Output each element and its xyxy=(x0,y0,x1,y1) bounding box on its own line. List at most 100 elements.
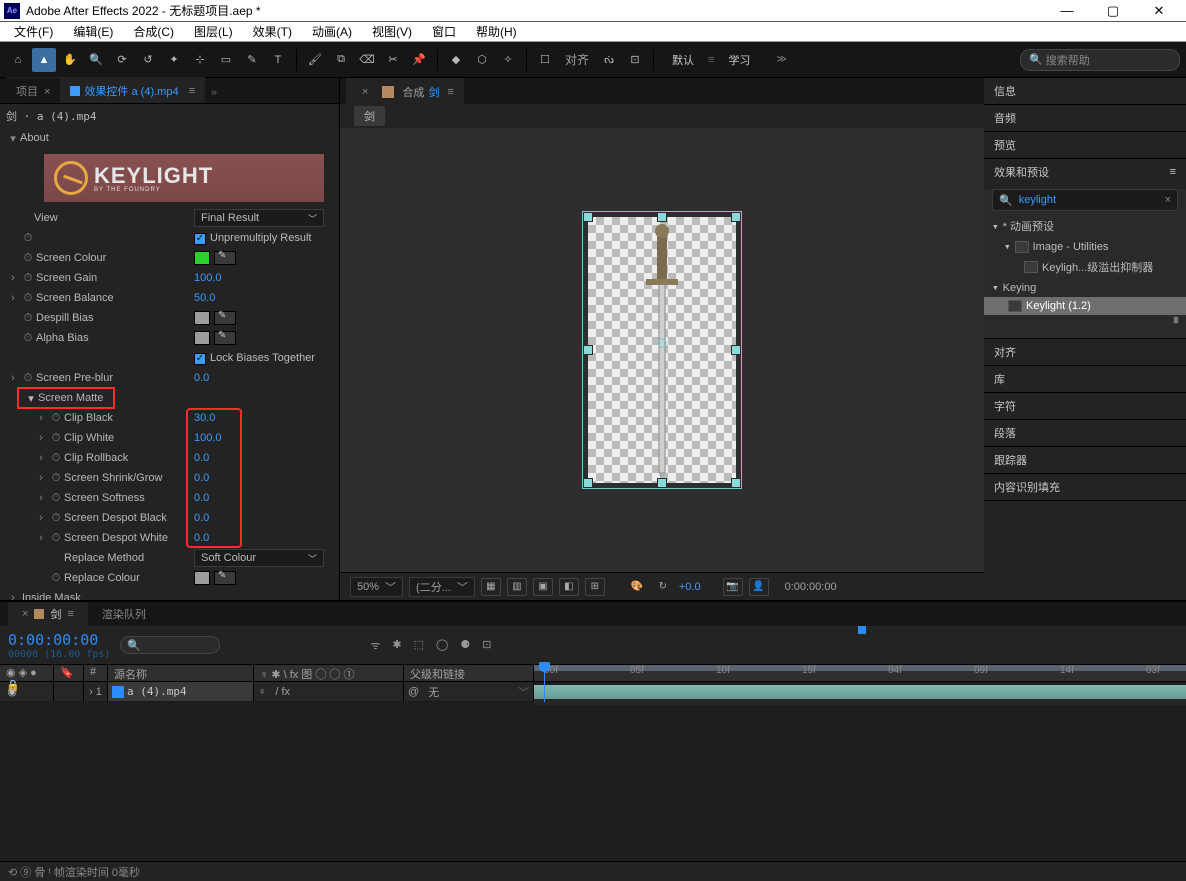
viewer-btn-2[interactable]: ▥ xyxy=(507,578,527,596)
search-help-input[interactable]: 🔍 搜索帮助 xyxy=(1020,49,1180,71)
brush-tool-icon[interactable]: 🖌 xyxy=(303,48,327,72)
eyedropper-icon[interactable] xyxy=(214,311,236,325)
hand-tool-icon[interactable]: ✋ xyxy=(58,48,82,72)
clip-rollback-value[interactable]: 0.0 xyxy=(194,452,209,464)
menu-effect[interactable]: 效果(T) xyxy=(243,21,302,42)
screen-matte-group[interactable]: Screen Matte xyxy=(38,392,103,404)
exposure-value[interactable]: +0.0 xyxy=(679,581,701,593)
panel-paragraph[interactable]: 段落 xyxy=(984,420,1186,446)
eyedropper-icon[interactable] xyxy=(214,251,236,265)
tl-icon-4[interactable]: ◯ xyxy=(436,638,448,653)
tab-effect-controls[interactable]: 效果控件 a (4).mp4≡ xyxy=(60,77,205,103)
workspace-more-icon[interactable]: ≫ xyxy=(764,54,798,65)
softness-value[interactable]: 0.0 xyxy=(194,492,209,504)
snap-toggle-icon[interactable]: ☐ xyxy=(533,48,557,72)
viewer-btn-1[interactable]: ▦ xyxy=(481,578,501,596)
rotate-tool-icon[interactable]: ↺ xyxy=(136,48,160,72)
screen-colour-swatch[interactable] xyxy=(194,251,210,265)
tl-icon-2[interactable]: ✱ xyxy=(392,638,401,653)
menu-layer[interactable]: 图层(L) xyxy=(184,21,243,42)
panel-preview[interactable]: 预览 xyxy=(984,132,1186,158)
parent-value[interactable]: 无 xyxy=(428,684,439,700)
timeline-search[interactable]: 🔍 xyxy=(120,636,220,654)
tl-icon-5[interactable]: ⚈ xyxy=(460,638,470,653)
window-minimize-button[interactable]: ― xyxy=(1044,0,1090,22)
shape-tool-icon[interactable]: ▭ xyxy=(214,48,238,72)
breadcrumb[interactable]: 剑 xyxy=(354,106,385,126)
text-tool-icon[interactable]: T xyxy=(266,48,290,72)
lock-icon[interactable]: × xyxy=(356,86,374,98)
panel-libraries[interactable]: 库 xyxy=(984,366,1186,392)
effects-search-input[interactable]: 🔍keylight× xyxy=(992,189,1178,211)
camera-tool-icon[interactable]: ✦ xyxy=(162,48,186,72)
despot-white-value[interactable]: 0.0 xyxy=(194,532,209,544)
shrink-grow-value[interactable]: 0.0 xyxy=(194,472,209,484)
panel-audio[interactable]: 音频 xyxy=(984,105,1186,131)
panel-character[interactable]: 字符 xyxy=(984,393,1186,419)
eyedropper-icon[interactable] xyxy=(214,331,236,345)
roto-tool-icon[interactable]: ✂ xyxy=(381,48,405,72)
clear-search-icon[interactable]: × xyxy=(1165,194,1171,206)
replace-colour-swatch[interactable] xyxy=(194,571,210,585)
lock-biases-checkbox[interactable]: ✓ xyxy=(194,353,206,365)
tab-composition-viewer[interactable]: × 合成 剑 ≡ xyxy=(346,78,464,104)
panel-align[interactable]: 对齐 xyxy=(984,339,1186,365)
time-ruler[interactable]: 00f 05f 10f 15f 04f 09f 14f 03f xyxy=(534,664,1186,682)
selection-tool-icon[interactable]: ▲ xyxy=(32,48,56,72)
zoom-tool-icon[interactable]: 🔍 xyxy=(84,48,108,72)
workspace-learn[interactable]: 学习 xyxy=(716,52,762,68)
home-icon[interactable]: ⌂ xyxy=(6,48,30,72)
current-time-indicator[interactable] xyxy=(544,664,545,702)
layer-bounds[interactable] xyxy=(588,217,736,483)
exposure-reset-icon[interactable]: ↻ xyxy=(653,578,673,596)
layer-row-1[interactable]: ◉ › 1 a (4).mp4 ♀ / fx @ 无﹀ xyxy=(0,682,534,702)
menu-composition[interactable]: 合成(C) xyxy=(123,21,184,42)
marker-icon[interactable] xyxy=(858,626,866,634)
pickwhip-icon[interactable]: @ xyxy=(408,686,419,698)
toolbar-icon-e[interactable]: ⊡ xyxy=(623,48,647,72)
eraser-tool-icon[interactable]: ⌫ xyxy=(355,48,379,72)
menu-view[interactable]: 视图(V) xyxy=(362,21,422,42)
composition-viewport[interactable] xyxy=(340,128,984,572)
tree-keylight-spill[interactable]: Keyligh...级溢出抑制器 xyxy=(984,256,1186,278)
panel-tracker[interactable]: 跟踪器 xyxy=(984,447,1186,473)
tl-icon-3[interactable]: ⬚ xyxy=(414,638,424,653)
menu-edit[interactable]: 编辑(E) xyxy=(63,21,123,42)
menu-help[interactable]: 帮助(H) xyxy=(466,21,527,42)
window-maximize-button[interactable]: ▢ xyxy=(1090,0,1136,22)
tab-project[interactable]: 项目× xyxy=(6,77,60,103)
snapshot-icon[interactable]: 📷 xyxy=(723,578,743,596)
toolbar-icon-c[interactable]: ✧ xyxy=(496,48,520,72)
panel-menu-icon[interactable]: ≡ xyxy=(1170,166,1176,178)
menu-window[interactable]: 窗口 xyxy=(422,21,466,42)
replace-method-dropdown[interactable]: Soft Colour﹀ xyxy=(194,549,324,567)
window-close-button[interactable]: ✕ xyxy=(1136,0,1182,22)
col-parent[interactable]: 父级和链接 xyxy=(404,665,534,681)
despot-black-value[interactable]: 0.0 xyxy=(194,512,209,524)
viewer-btn-4[interactable]: ◧ xyxy=(559,578,579,596)
screen-balance-value[interactable]: 50.0 xyxy=(194,292,215,304)
viewer-btn-3[interactable]: ▣ xyxy=(533,578,553,596)
orbit-tool-icon[interactable]: ⟳ xyxy=(110,48,134,72)
clip-black-value[interactable]: 30.0 xyxy=(194,412,215,424)
despill-bias-swatch[interactable] xyxy=(194,311,210,325)
timeline-tab-render-queue[interactable]: 渲染队列 xyxy=(88,602,160,626)
viewer-btn-5[interactable]: ⊞ xyxy=(585,578,605,596)
about-group[interactable]: About xyxy=(20,132,49,144)
eyedropper-icon[interactable] xyxy=(214,571,236,585)
inside-mask-group[interactable]: Inside Mask xyxy=(22,592,81,600)
zoom-dropdown[interactable]: 50%﹀ xyxy=(350,577,403,597)
anchor-tool-icon[interactable]: ⊹ xyxy=(188,48,212,72)
pen-tool-icon[interactable]: ✎ xyxy=(240,48,264,72)
current-timecode[interactable]: 0:00:00:00 xyxy=(8,631,110,649)
puppet-tool-icon[interactable]: 📌 xyxy=(407,48,431,72)
toolbar-icon-a[interactable]: ◆ xyxy=(444,48,468,72)
toolbar-icon-b[interactable]: ⬡ xyxy=(470,48,494,72)
alpha-bias-swatch[interactable] xyxy=(194,331,210,345)
screen-preblur-value[interactable]: 0.0 xyxy=(194,372,209,384)
panel-content-aware[interactable]: 内容识别填充 xyxy=(984,474,1186,500)
panel-effects-presets[interactable]: 效果和预设≡ xyxy=(984,159,1186,185)
menu-animation[interactable]: 动画(A) xyxy=(302,21,362,42)
tree-anim-presets[interactable]: ▾ * 动画预设 xyxy=(984,215,1186,237)
viewer-time[interactable]: 0:00:00:00 xyxy=(785,581,837,593)
